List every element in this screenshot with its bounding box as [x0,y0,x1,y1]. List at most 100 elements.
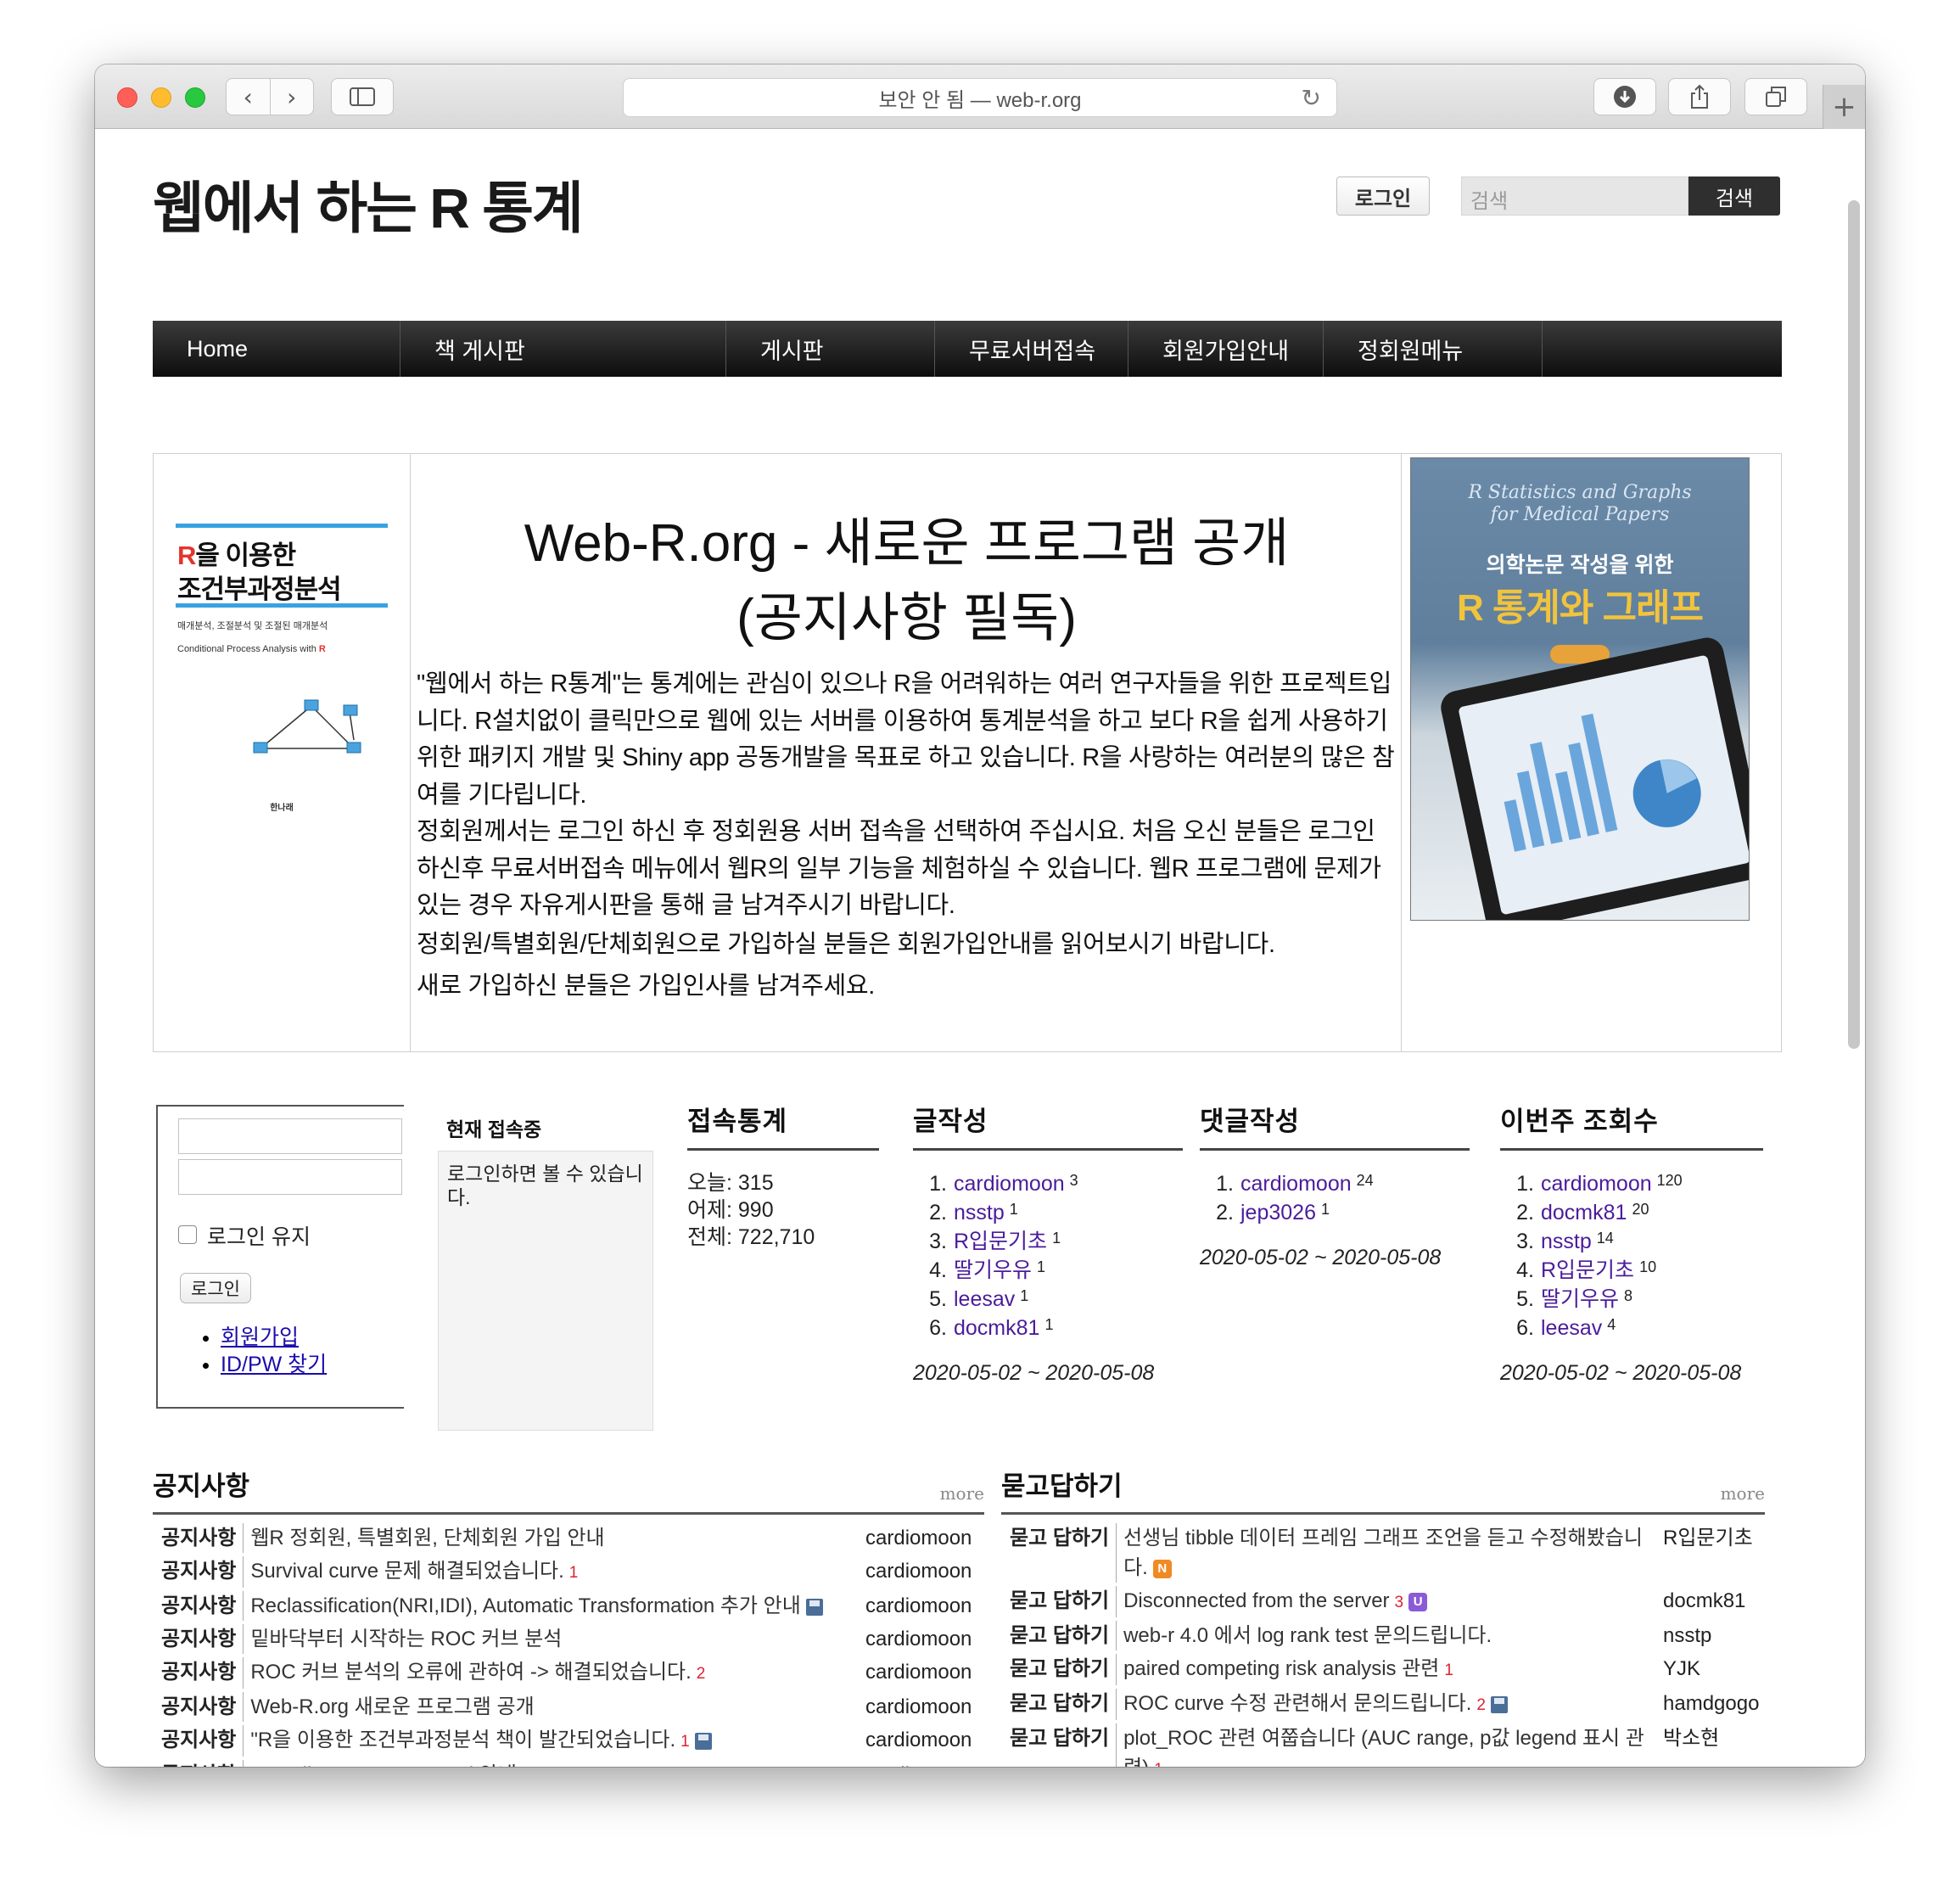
row-subject-link[interactable]: paired competing risk analysis 관련 1 [1116,1654,1646,1685]
row-subject-link[interactable]: RStudio Server Renewal 안내2 [243,1760,848,1767]
user-link[interactable]: nsstp [954,1198,1005,1227]
comment-count: 1 [1154,1761,1163,1767]
user-link[interactable]: cardiomoon [1240,1169,1352,1198]
browser-toolbar: ‹ › 보안 안 됨 — web-r.org ↻ + [95,64,1865,129]
user-link[interactable]: docmk81 [1541,1198,1627,1227]
row-category: 공지사항 [161,1594,237,1617]
menu-item-free-server[interactable]: 무료서버접속 [935,321,1128,377]
tabs-overview-button[interactable] [1744,78,1807,115]
row-subject-text: plot_ROC 관련 여쭙습니다 (AUC range, p값 legend … [1123,1727,1644,1767]
row-author[interactable]: cardiomoon [848,1692,984,1722]
menu-item-book-board[interactable]: 책 게시판 [400,321,726,377]
top-posters-title: 글작성 [913,1100,1183,1151]
row-author[interactable]: cardiomoon [848,1725,984,1757]
banner-body: "웹에서 하는 R통계"는 통계에는 관심이 있으나 R을 어려워하는 여러 연… [417,666,1401,1006]
visit-stats-widget: 접속통계 오늘: 315 어제: 990 전체: 722,710 [687,1100,879,1251]
row-author[interactable]: hamdgogo [1646,1689,1765,1720]
list-item: 1. cardiomoon 24 [1200,1169,1470,1198]
row-subject-link[interactable]: Reclassification(NRI,IDI), Automatic Tra… [243,1591,848,1621]
row-author[interactable]: nsstp [1646,1621,1765,1650]
user-link[interactable]: jep3026 [1240,1198,1316,1227]
row-author[interactable]: 박소현 [1646,1723,1765,1767]
find-id-pw-link[interactable]: ID/PW 찾기 [221,1353,327,1376]
row-subject-link[interactable]: Survival curve 문제 해결되었습니다. 1 [243,1556,848,1588]
address-bar[interactable]: 보안 안 됨 — web-r.org ↻ [623,78,1337,117]
row-subject-link[interactable]: 웹R 정회원, 특별회원, 단체회원 가입 안내 [243,1523,848,1553]
top-commenters-list: 1. cardiomoon 24 2. jep3026 1 [1200,1169,1470,1227]
forward-icon[interactable]: › [270,83,313,111]
menu-item-join-guide[interactable]: 회원가입안내 [1128,321,1324,377]
row-author[interactable]: cardiomoon [848,1591,984,1621]
row-subject-link[interactable]: plot_ROC 관련 여쭙습니다 (AUC range, p값 legend … [1116,1723,1646,1767]
row-author[interactable]: cardiomoon [848,1624,984,1654]
row-subject-text: RStudio Server Renewal 안내 [250,1763,517,1767]
row-author[interactable]: R입문기초 [1646,1523,1765,1583]
row-author[interactable]: cardiomoon [848,1760,984,1767]
row-author[interactable]: cardiomoon [848,1523,984,1553]
cover-english-title: R Statistics and Graphs for Medical Pape… [1468,482,1692,525]
headline-line2: (공지사항 필독) [736,589,1077,647]
row-subject-link[interactable]: ROC 커브 분석의 오류에 관하여 -> 해결되었습니다. 2 [243,1657,848,1689]
login-widget: 로그인 유지 로그인 회원가입 ID/PW 찾기 [156,1105,404,1409]
banner-left-cell: R을 이용한 조건부과정분석 매개분석, 조절분석 및 조절된 매개분석 Con… [154,454,411,1051]
cover-publisher: 한나래 [270,804,294,813]
sidebar-toggle-button[interactable] [331,78,394,115]
row-subject-link[interactable]: ROC curve 수정 관련해서 문의드립니다. 2 [1116,1689,1646,1720]
zoom-window-button[interactable] [185,87,205,108]
keep-login-checkbox[interactable] [178,1225,197,1244]
user-link[interactable]: cardiomoon [1541,1169,1652,1198]
book-cover-conditional-process[interactable]: R을 이용한 조건부과정분석 매개분석, 조절분석 및 조절된 매개분석 Con… [176,524,388,813]
user-link[interactable]: 딸기우유 [954,1256,1032,1285]
user-link[interactable]: cardiomoon [954,1169,1065,1198]
back-icon[interactable]: ‹ [227,83,270,111]
address-text: 보안 안 됨 — web-r.org [878,88,1082,112]
header-login-button[interactable]: 로그인 [1336,177,1430,216]
comment-count: 2 [696,1665,706,1683]
password-field[interactable] [178,1159,402,1195]
new-tab-button[interactable]: + [1823,85,1865,129]
menu-item-member-menu[interactable]: 정회원메뉴 [1324,321,1543,377]
notice-board: 공지사항 more 공지사항 웹R 정회원, 특별회원, 단체회원 가입 안내 ca… [153,1465,984,1767]
login-button[interactable]: 로그인 [180,1273,251,1303]
row-author[interactable]: YJK [1646,1654,1765,1685]
row-subject-text: 선생님 tibble 데이터 프레임 그래프 조언을 듣고 수정해봤습니다. [1123,1527,1643,1579]
downloads-button[interactable] [1593,78,1656,115]
row-subject-link[interactable]: Web-R.org 새로운 프로그램 공개 [243,1692,848,1722]
top-posters-widget: 글작성 1. cardiomoon 3 2. nsstp 1 3. R입문기초 1 4. 딸기… [913,1100,1183,1386]
search-input[interactable]: 검색 [1461,177,1688,216]
user-link[interactable]: 딸기우유 [1541,1285,1619,1314]
close-window-button[interactable] [117,87,137,108]
row-author[interactable]: cardiomoon [848,1556,984,1588]
user-link[interactable]: docmk81 [954,1314,1039,1342]
share-button[interactable] [1668,78,1731,115]
signup-link[interactable]: 회원가입 [221,1325,299,1349]
visits-yesterday: 어제: 990 [687,1198,774,1222]
row-subject-text: Web-R.org 새로운 프로그램 공개 [250,1695,535,1718]
row-subject-link[interactable]: 밑바닥부터 시작하는 ROC 커브 분석 [243,1624,848,1654]
menu-item-home[interactable]: Home [153,321,400,377]
qna-more-link[interactable]: more [1721,1483,1765,1504]
menu-item-board[interactable]: 게시판 [726,321,935,377]
row-author[interactable]: docmk81 [1646,1586,1765,1617]
search-button[interactable]: 검색 [1688,177,1780,216]
user-link[interactable]: R입문기초 [954,1227,1047,1256]
minimize-window-button[interactable] [151,87,171,108]
notice-more-link[interactable]: more [940,1483,984,1504]
list-item: 2. nsstp 1 [913,1198,1183,1227]
username-field[interactable] [178,1118,402,1154]
vertical-scrollbar[interactable] [1848,200,1860,1049]
visits-total: 전체: 722,710 [687,1225,815,1249]
user-link[interactable]: leesav [954,1285,1015,1314]
row-author[interactable]: cardiomoon [848,1657,984,1689]
user-link[interactable]: R입문기초 [1541,1256,1634,1285]
user-link[interactable]: leesav [1541,1314,1602,1342]
row-subject-link[interactable]: Disconnected from the server 3 U [1116,1586,1646,1617]
row-subject-text: Reclassification(NRI,IDI), Automatic Tra… [250,1594,801,1617]
site-title[interactable]: 웹에서 하는 R 통계 [153,163,584,244]
reload-icon[interactable]: ↻ [1302,84,1321,112]
row-subject-link[interactable]: "R을 이용한 조건부과정분석 책이 발간되었습니다. 1 [243,1725,848,1757]
book-cover-r-statistics[interactable]: R Statistics and Graphs for Medical Pape… [1410,457,1750,921]
user-link[interactable]: nsstp [1541,1227,1592,1256]
row-subject-link[interactable]: 선생님 tibble 데이터 프레임 그래프 조언을 듣고 수정해봤습니다. N [1116,1523,1646,1583]
row-subject-link[interactable]: web-r 4.0 에서 log rank test 문의드립니다. [1116,1621,1646,1650]
